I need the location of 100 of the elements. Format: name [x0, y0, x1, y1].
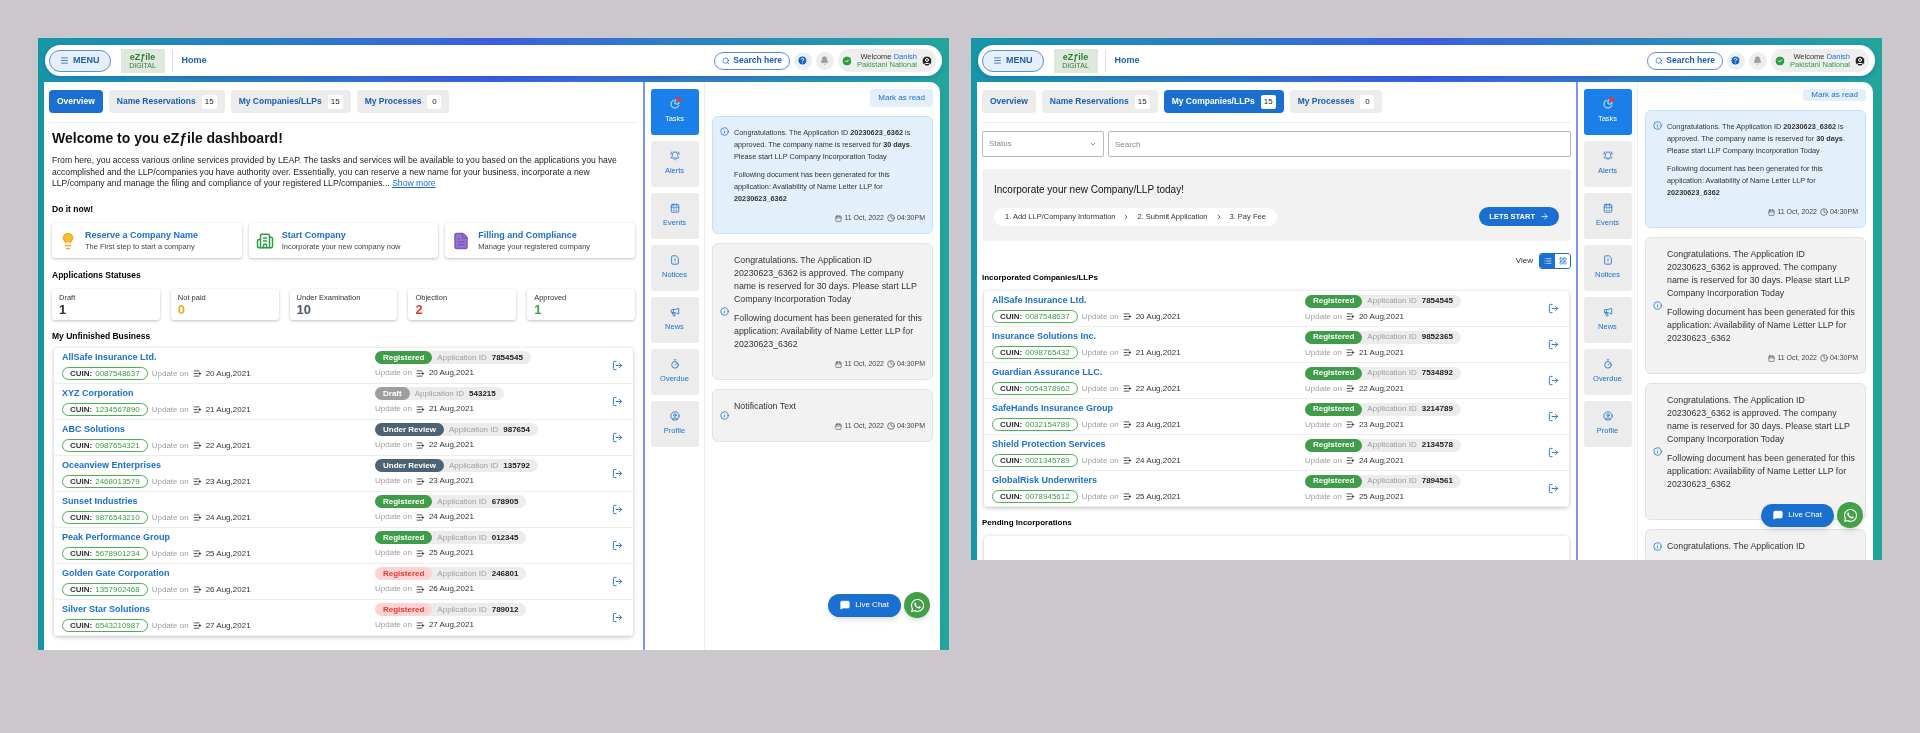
list-add-icon	[1122, 420, 1132, 430]
menu-button[interactable]: MENU	[49, 49, 111, 72]
open-icon[interactable]	[1548, 447, 1559, 458]
info-icon	[1653, 542, 1662, 551]
business-row[interactable]: Shield Protection Services CUIN: 0021345789 Update on 24 Aug,2021 Registered Application ID 2134578 Update on 24 Aug,2021	[984, 435, 1569, 471]
status-count: 10	[296, 303, 312, 318]
open-icon[interactable]	[612, 359, 623, 371]
company-name[interactable]: GlobalRisk Underwriters	[992, 473, 1305, 488]
user-icon	[669, 411, 680, 422]
company-name[interactable]: ABC Solutions	[62, 422, 375, 436]
update-label: Update on	[375, 439, 412, 452]
clock-icon	[1819, 354, 1828, 362]
company-name[interactable]: Silver Star Solutions	[62, 602, 375, 616]
company-name[interactable]: AllSafe Insurance Ltd.	[992, 293, 1305, 308]
open-icon[interactable]	[612, 539, 623, 551]
business-row[interactable]: Peak Performance Group CUIN: 5678901234 Update on 25 Aug,2021 Registered Application ID 012345 Update on 25 Aug,2021	[54, 527, 633, 564]
open-icon[interactable]	[1548, 339, 1559, 350]
open-icon[interactable]	[612, 503, 623, 515]
status-badge: Registered	[375, 531, 433, 545]
company-name[interactable]: Peak Performance Group	[62, 530, 375, 544]
company-name[interactable]: Insurance Solutions Inc.	[992, 329, 1305, 344]
notification-card[interactable]	[712, 116, 933, 234]
business-row[interactable]: AllSafe Insurance Ltd. CUIN: 0087548637 Update on 20 Aug,2021 Registered Application ID 7854545 Update on 20 Aug,2021	[984, 291, 1569, 327]
calendar-icon	[835, 422, 843, 430]
company-name[interactable]: Sunset Industries	[62, 494, 375, 508]
open-icon[interactable]	[612, 575, 623, 587]
business-row[interactable]: SafeHands Insurance Group CUIN: 0032154789 Update on 23 Aug,2021 Registered Application ID 3214789 Update on 23 Aug,2021	[984, 399, 1569, 435]
business-row[interactable]: GlobalRisk Underwriters CUIN: 0078945612 Update on 25 Aug,2021 Registered Application ID 7894561 Update on 25 Aug,2021	[984, 471, 1569, 507]
tab[interactable]: Name Reservations 15	[1041, 90, 1158, 113]
list-add-icon	[1345, 492, 1355, 501]
status-badge: Registered	[1305, 402, 1363, 416]
list-view-button[interactable]	[1540, 254, 1555, 268]
chat-icon	[840, 600, 851, 610]
home-link[interactable]: Home	[181, 53, 207, 68]
company-name[interactable]: Golden Gate Corporation	[62, 566, 375, 580]
business-row[interactable]: XYZ Corporation CUIN: 1234567890 Update on 21 Aug,2021 Draft Application ID 543215 Update on 21 Aug,2021	[54, 383, 633, 420]
update-label: Update on	[375, 547, 412, 560]
tab[interactable]: Name Reservations 15	[108, 90, 225, 113]
status-badge: Under Review	[375, 423, 444, 437]
company-name[interactable]: AllSafe Insurance Ltd.	[62, 350, 375, 364]
notification-card[interactable]	[1645, 110, 1866, 228]
notification-card[interactable]	[712, 243, 933, 380]
tab-count: 0	[427, 94, 442, 109]
update-label: Update on	[1081, 310, 1119, 323]
business-row[interactable]: Sunset Industries CUIN: 9876543210 Update on 24 Aug,2021 Registered Application ID 678905 Update on 24 Aug,2021	[54, 491, 633, 528]
business-row[interactable]: Silver Star Solutions CUIN: 6543210987 Update on 27 Aug,2021 Registered Application ID 789012 Update on 27 Aug,2021	[54, 599, 633, 636]
update-date: 22 Aug,2021	[1135, 382, 1181, 395]
company-name[interactable]: Shield Protection Services	[992, 437, 1305, 452]
grid-icon	[1558, 257, 1567, 265]
notification-card[interactable]	[1645, 237, 1866, 374]
menu-icon	[993, 56, 1002, 65]
update-date: 25 Aug,2021	[205, 547, 251, 560]
open-icon[interactable]	[612, 395, 623, 407]
mark-read-button[interactable]: Mark as read	[1803, 89, 1866, 101]
open-icon[interactable]	[1548, 303, 1559, 314]
help-button[interactable]	[793, 51, 812, 70]
business-row[interactable]: Guardian Assurance LLC. CUIN: 0054378962 Update on 22 Aug,2021 Registered Application ID 7534892 Update on 22 Aug,2021	[984, 363, 1569, 399]
open-icon[interactable]	[1548, 483, 1559, 494]
tab[interactable]: My Companies/LLPs 15	[1163, 90, 1284, 113]
open-icon[interactable]	[612, 611, 623, 623]
home-link[interactable]: Home	[1114, 53, 1140, 68]
search-field[interactable]: Search	[1108, 131, 1571, 157]
tab[interactable]: My Processes 0	[1289, 90, 1383, 113]
open-icon[interactable]	[1548, 375, 1559, 386]
company-name[interactable]: Oceanview Enterprises	[62, 458, 375, 472]
business-row[interactable]: Insurance Solutions Inc. CUIN: 0098765432 Update on 21 Aug,2021 Registered Application ID 9852365 Update on 21 Aug,2021	[984, 327, 1569, 363]
tab[interactable]: My Companies/LLPs 15	[230, 90, 351, 113]
mark-read-button[interactable]: Mark as read	[870, 89, 933, 107]
business-row[interactable]: ABC Solutions CUIN: 0987654321 Update on 22 Aug,2021 Under Review Application ID 987654 Update on 22 Aug,2021	[54, 419, 633, 456]
business-row[interactable]: Golden Gate Corporation CUIN: 1357902468 Update on 26 Aug,2021 Registered Application ID 246801 Update on 26 Aug,2021	[54, 563, 633, 600]
help-icon	[797, 55, 809, 66]
list-add-icon	[192, 477, 202, 486]
open-icon[interactable]	[1548, 411, 1559, 422]
tab[interactable]: Overview	[982, 90, 1036, 113]
notification-card[interactable]	[1645, 383, 1866, 520]
verified-icon	[1773, 54, 1786, 67]
menu-button[interactable]: MENU	[982, 49, 1044, 72]
application-pill: Registered Application ID 3214789	[1305, 402, 1461, 416]
list-add-icon	[192, 585, 202, 594]
company-name[interactable]: Guardian Assurance LLC.	[992, 365, 1305, 380]
update-label: Update on	[1081, 382, 1119, 395]
notification-button[interactable]	[1748, 51, 1767, 70]
notification-button[interactable]	[815, 51, 834, 70]
company-name[interactable]: SafeHands Insurance Group	[992, 401, 1305, 416]
business-row[interactable]: AllSafe Insurance Ltd. CUIN: 0087548637 Update on 20 Aug,2021 Registered Application ID 7854545 Update on 20 Aug,2021	[54, 347, 633, 384]
megaphone-icon	[1602, 307, 1613, 318]
open-icon[interactable]	[612, 431, 623, 443]
status-select[interactable]: Status	[982, 131, 1104, 157]
update-date: 22 Aug,2021	[205, 439, 251, 452]
help-button[interactable]	[1726, 51, 1745, 70]
document-icon	[1602, 255, 1613, 266]
open-icon[interactable]	[612, 467, 623, 479]
tab[interactable]: My Processes 0	[356, 90, 450, 113]
company-name[interactable]: XYZ Corporation	[62, 386, 375, 400]
tab[interactable]: Overview	[49, 90, 103, 113]
business-row[interactable]: Oceanview Enterprises CUIN: 2468013579 Update on 23 Aug,2021 Under Review Application ID 135792 Update on 23 Aug,2021	[54, 455, 633, 492]
avatar-icon	[921, 54, 933, 67]
update-label: Update on	[1305, 490, 1342, 503]
notification-card[interactable]: Congratulations. The Application ID	[1645, 529, 1866, 560]
show-more-link[interactable]: Show more	[392, 178, 436, 188]
